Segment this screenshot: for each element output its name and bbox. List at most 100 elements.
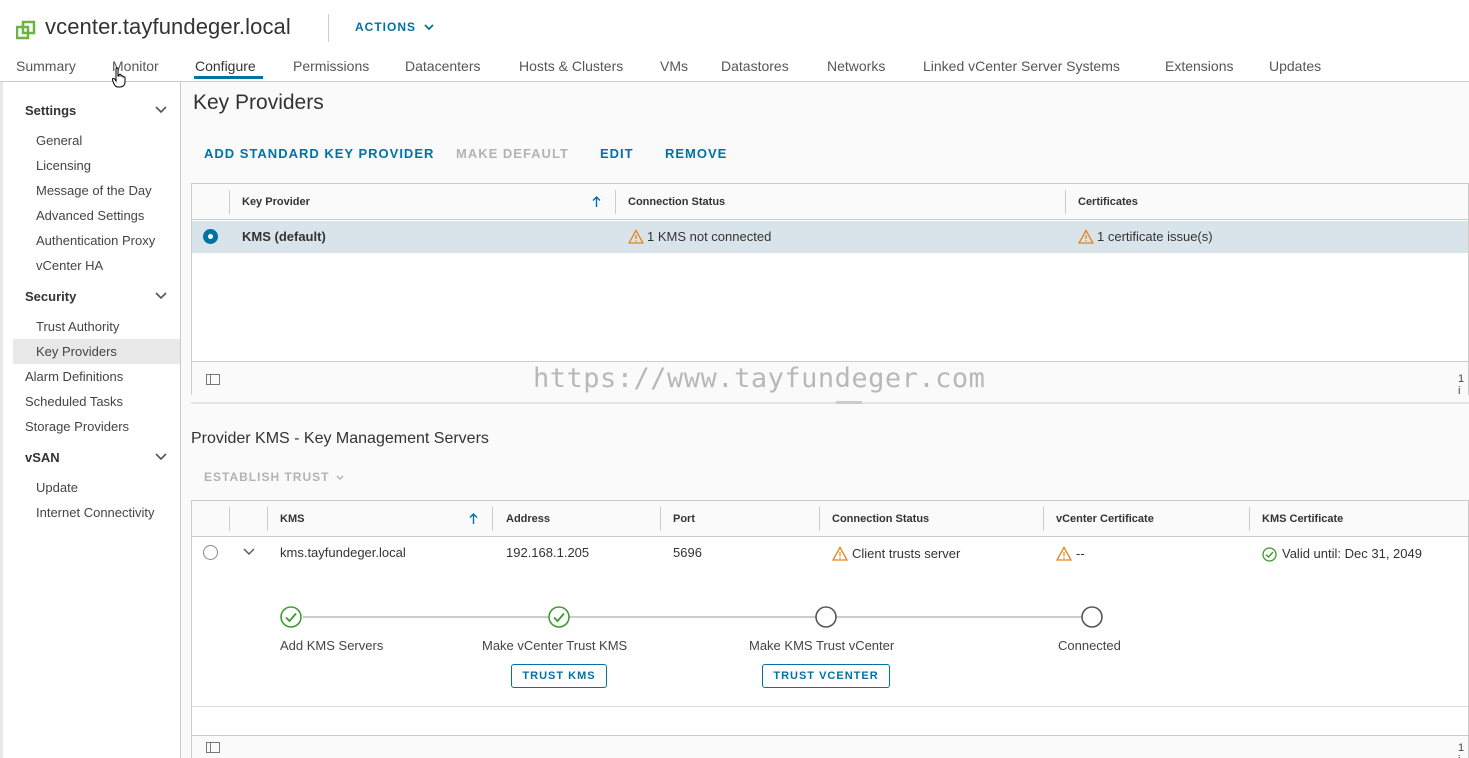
sidebar-edge: [0, 82, 3, 758]
column-header-key-provider[interactable]: Key Provider: [242, 196, 310, 208]
certificates-status: 1 certificate issue(s): [1097, 229, 1213, 244]
grid-footer: 1 i: [192, 735, 1468, 758]
step-label-connected: Connected: [1058, 638, 1121, 653]
sidebar-item-scheduled-tasks[interactable]: Scheduled Tasks: [25, 394, 123, 409]
column-header-kms-certificate[interactable]: KMS Certificate: [1262, 513, 1343, 525]
column-header-kms[interactable]: KMS: [280, 513, 304, 525]
chevron-down-icon: [336, 475, 344, 480]
chevron-down-icon[interactable]: [155, 106, 167, 114]
row-select-radio[interactable]: [203, 545, 218, 560]
trust-kms-button[interactable]: TRUST KMS: [511, 664, 607, 688]
column-divider: [267, 507, 268, 531]
vcenter-icon: [16, 20, 36, 40]
splitter-grip[interactable]: [836, 401, 862, 404]
edit-button[interactable]: EDIT: [600, 146, 634, 161]
sidebar-item-motd[interactable]: Message of the Day: [36, 183, 152, 198]
row-select-radio[interactable]: [203, 229, 218, 244]
kms-name: kms.tayfundeger.local: [280, 545, 406, 560]
sidebar-item-vsan-update[interactable]: Update: [36, 480, 78, 495]
item-count: 1 i: [1458, 742, 1465, 758]
sidebar-item-auth-proxy[interactable]: Authentication Proxy: [36, 233, 155, 248]
sidebar-group-settings[interactable]: Settings: [25, 103, 76, 118]
sidebar-group-vsan[interactable]: vSAN: [25, 450, 60, 465]
warning-icon: [1078, 229, 1094, 244]
kms-servers-grid: KMS Address Port Connection Status vCent…: [191, 500, 1469, 758]
warning-icon: [628, 229, 644, 244]
kms-certificate-status: Valid until: Dec 31, 2049: [1282, 546, 1422, 561]
column-divider: [1043, 507, 1044, 531]
establish-trust-dropdown[interactable]: ESTABLISH TRUST: [204, 470, 344, 484]
tab-networks[interactable]: Networks: [827, 58, 885, 74]
column-divider: [615, 190, 616, 214]
check-circle-icon: [1262, 547, 1277, 562]
main-content: Key Providers ADD STANDARD KEY PROVIDER …: [181, 82, 1469, 758]
add-standard-key-provider-button[interactable]: ADD STANDARD KEY PROVIDER: [204, 146, 434, 161]
actions-menu-button[interactable]: ACTIONS: [355, 20, 434, 34]
column-divider: [660, 507, 661, 531]
tab-datastores[interactable]: Datastores: [721, 58, 789, 74]
step-pending-icon: [1081, 606, 1103, 628]
active-tab-indicator: [194, 76, 263, 79]
tab-configure[interactable]: Configure: [195, 58, 256, 74]
column-divider: [1065, 190, 1066, 214]
sidebar-group-security[interactable]: Security: [25, 289, 76, 304]
tab-vms[interactable]: VMs: [660, 58, 688, 74]
column-divider: [229, 190, 230, 214]
tab-summary[interactable]: Summary: [16, 58, 76, 74]
sidebar-item-trust-authority[interactable]: Trust Authority: [36, 319, 119, 334]
column-header-address[interactable]: Address: [506, 513, 550, 525]
make-default-button[interactable]: MAKE DEFAULT: [456, 146, 569, 161]
sidebar-item-vcenter-ha[interactable]: vCenter HA: [36, 258, 103, 273]
hand-cursor-icon: [112, 67, 126, 88]
sidebar-item-key-providers[interactable]: Key Providers: [36, 344, 117, 359]
establish-trust-label: ESTABLISH TRUST: [204, 470, 330, 484]
chevron-down-icon[interactable]: [155, 292, 167, 300]
step-label-vcenter-trust-kms: Make vCenter Trust KMS: [482, 638, 628, 653]
chevron-down-icon: [424, 24, 434, 31]
settings-sidebar: Settings General Licensing Message of th…: [0, 82, 181, 758]
chevron-down-icon[interactable]: [155, 453, 167, 461]
column-header-connection-status[interactable]: Connection Status: [628, 196, 725, 208]
tab-datacenters[interactable]: Datacenters: [405, 58, 480, 74]
column-header-port[interactable]: Port: [673, 513, 695, 525]
watermark-text: https://www.tayfundeger.com: [533, 363, 986, 394]
column-toggle-icon[interactable]: [206, 374, 220, 385]
warning-icon: [832, 546, 848, 561]
tab-extensions[interactable]: Extensions: [1165, 58, 1233, 74]
sort-ascending-icon[interactable]: [592, 196, 601, 208]
item-count: 1 i: [1458, 373, 1465, 397]
vcenter-certificate-status: --: [1076, 546, 1085, 561]
table-row[interactable]: KMS (default) 1 KMS not connected 1 cert…: [192, 221, 1468, 253]
header-divider: [328, 14, 329, 42]
tab-hosts-clusters[interactable]: Hosts & Clusters: [519, 58, 623, 74]
column-divider: [1249, 507, 1250, 531]
stepper-track: [303, 616, 1092, 618]
step-pending-icon: [815, 606, 837, 628]
sidebar-item-alarm-definitions[interactable]: Alarm Definitions: [25, 369, 123, 384]
column-header-certificates[interactable]: Certificates: [1078, 196, 1138, 208]
tab-updates[interactable]: Updates: [1269, 58, 1321, 74]
sidebar-item-licensing[interactable]: Licensing: [36, 158, 91, 173]
column-divider: [492, 507, 493, 531]
sidebar-item-advanced-settings[interactable]: Advanced Settings: [36, 208, 144, 223]
object-header: vcenter.tayfundeger.local ACTIONS Summar…: [0, 0, 1469, 82]
sidebar-item-general[interactable]: General: [36, 133, 82, 148]
actions-label: ACTIONS: [355, 20, 416, 34]
sidebar-item-internet-connectivity[interactable]: Internet Connectivity: [36, 505, 155, 520]
step-complete-icon: [280, 606, 302, 628]
column-header-vcenter-certificate[interactable]: vCenter Certificate: [1056, 513, 1154, 525]
tab-linked-vcenter[interactable]: Linked vCenter Server Systems: [923, 58, 1120, 74]
row-divider: [192, 706, 1468, 707]
trust-vcenter-button[interactable]: TRUST VCENTER: [762, 664, 890, 688]
column-divider: [229, 507, 230, 531]
sidebar-item-storage-providers[interactable]: Storage Providers: [25, 419, 129, 434]
tab-permissions[interactable]: Permissions: [293, 58, 369, 74]
remove-button[interactable]: REMOVE: [665, 146, 727, 161]
chevron-down-icon[interactable]: [243, 548, 255, 556]
kms-connection-status: Client trusts server: [852, 546, 961, 561]
kms-section-title: Provider KMS - Key Management Servers: [191, 430, 489, 447]
column-toggle-icon[interactable]: [206, 742, 220, 753]
pane-splitter[interactable]: [191, 402, 1469, 404]
column-header-connection-status[interactable]: Connection Status: [832, 513, 929, 525]
sort-ascending-icon[interactable]: [469, 513, 478, 525]
